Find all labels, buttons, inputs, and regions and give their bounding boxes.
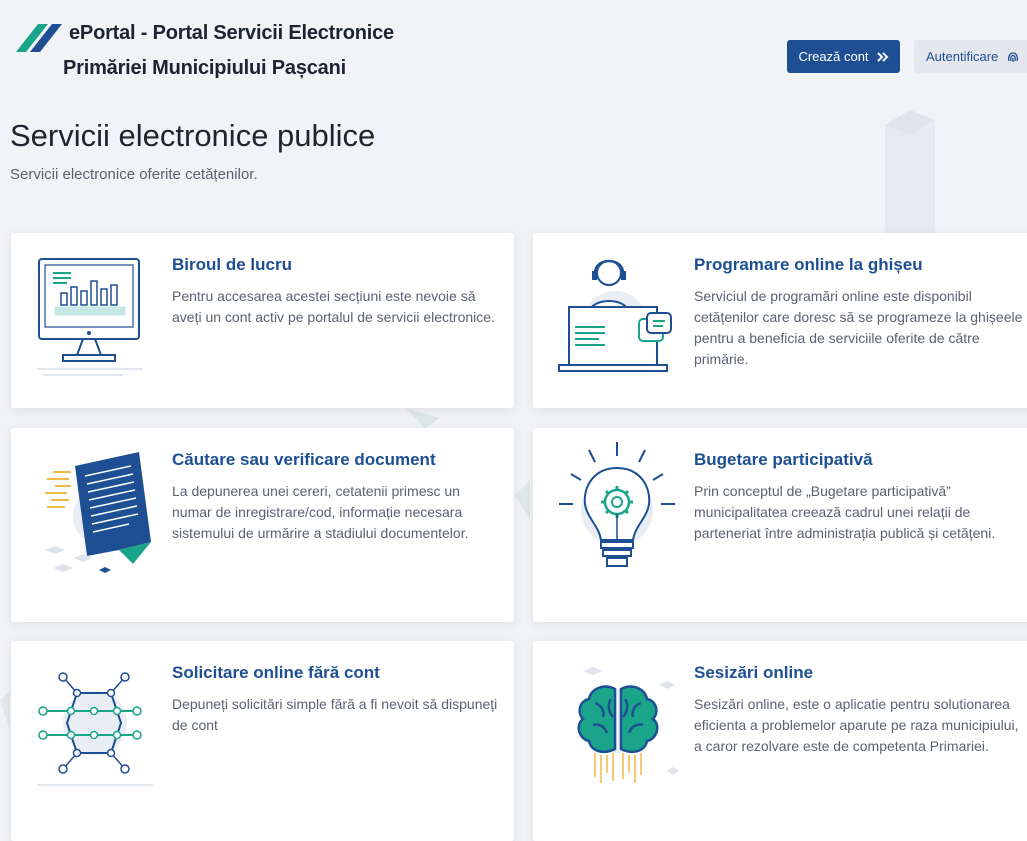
site-header: ePortal - Portal Servicii Electronice Pr…	[0, 0, 1027, 100]
page-title: Servicii electronice publice	[10, 118, 376, 153]
operator-headset-icon	[558, 259, 672, 372]
card-programare-online[interactable]: Programare online la ghișeu Serviciul de…	[533, 233, 1027, 408]
document-icon	[45, 452, 151, 573]
card-description: Serviciul de programări online este disp…	[694, 288, 1023, 367]
brand-subtitle[interactable]: Primăriei Municipiului Pașcani	[63, 57, 346, 80]
card-bugetare-participativa[interactable]: Bugetare participativă Prin conceptul de…	[533, 428, 1027, 622]
eportal-logo-icon[interactable]	[14, 20, 64, 54]
login-button[interactable]: Autentificare	[914, 40, 1027, 73]
card-sesizari-online[interactable]: Sesizări online Sesizări online, este o …	[533, 641, 1027, 841]
create-account-label: Crează cont	[798, 49, 869, 64]
card-title[interactable]: Solicitare online fără cont	[172, 663, 380, 683]
create-account-button[interactable]: Crează cont	[787, 40, 900, 73]
card-title[interactable]: Bugetare participativă	[694, 450, 873, 470]
card-description: Prin conceptul de „Bugetare participativ…	[694, 483, 996, 541]
page-subtitle: Servicii electronice oferite cetățenilor…	[10, 166, 258, 183]
login-label: Autentificare	[926, 49, 999, 64]
card-title[interactable]: Programare online la ghișeu	[694, 255, 923, 275]
brain-icon	[577, 667, 679, 783]
card-description: Pentru accesarea acestei secțiuni este n…	[172, 288, 495, 325]
card-description: Sesizări online, este o aplicatie pentru…	[694, 696, 1019, 754]
card-description: Depuneți solicitări simple fără a fi nev…	[172, 696, 498, 733]
card-biroul-de-lucru[interactable]: Biroul de lucru Pentru accesarea acestei…	[11, 233, 514, 408]
card-title[interactable]: Căutare sau verificare document	[172, 450, 436, 470]
network-nodes-icon	[37, 672, 153, 786]
card-description: La depunerea unei cereri, cetatenii prim…	[172, 483, 469, 541]
card-solicitare-online[interactable]: Solicitare online fără cont Depuneți sol…	[11, 641, 514, 841]
card-title[interactable]: Biroul de lucru	[172, 255, 292, 275]
double-chevron-right-icon	[876, 51, 888, 62]
card-cautare-document[interactable]: Căutare sau verificare document La depun…	[11, 428, 514, 622]
lightbulb-gear-icon	[559, 442, 675, 567]
brand-title[interactable]: ePortal - Portal Servicii Electronice	[69, 22, 394, 45]
monitor-chart-icon	[37, 258, 143, 376]
fingerprint-icon	[1008, 51, 1019, 62]
card-title[interactable]: Sesizări online	[694, 663, 813, 683]
